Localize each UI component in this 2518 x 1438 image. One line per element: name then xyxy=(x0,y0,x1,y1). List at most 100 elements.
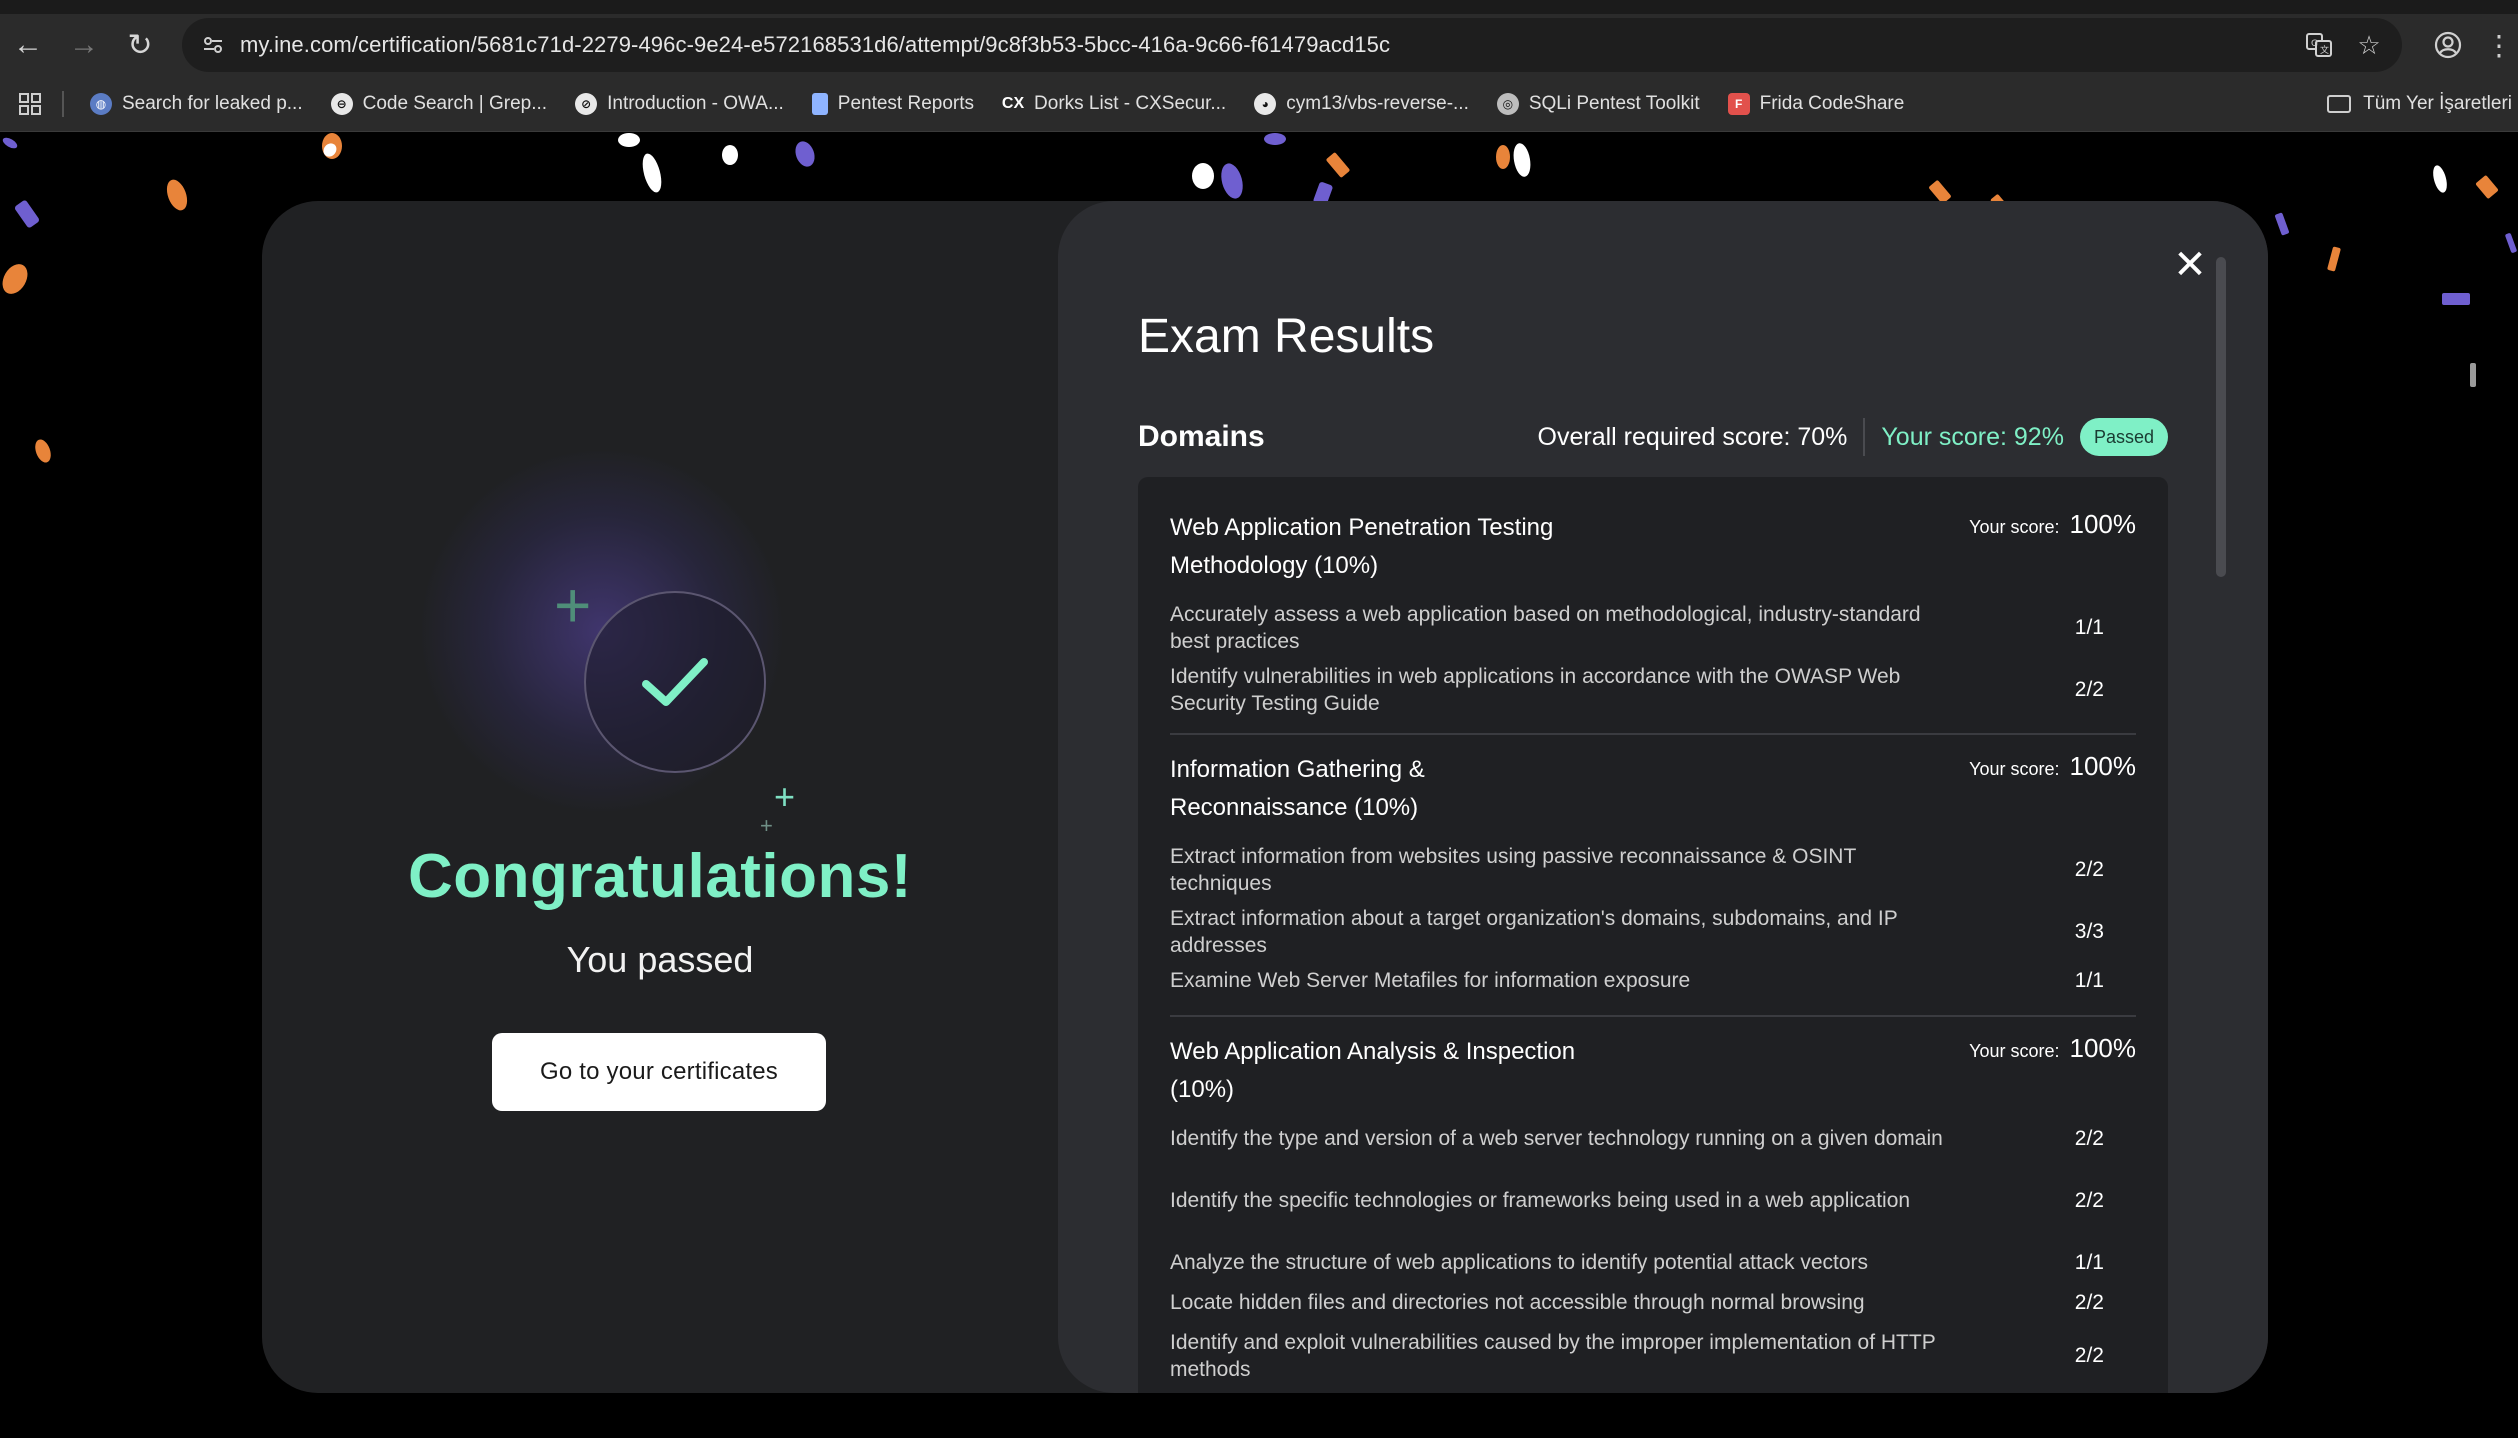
bookmark-item[interactable]: ◍ Search for leaked p... xyxy=(78,84,315,124)
objective-score: 2/2 xyxy=(2074,1188,2104,1212)
bookmark-label: Introduction - OWA... xyxy=(607,92,784,114)
domain-name: Web Application Analysis & Inspection (1… xyxy=(1170,1038,1576,1103)
confetti-piece xyxy=(2475,174,2499,200)
confetti-piece xyxy=(1192,163,1214,189)
domain-score-value: 100% xyxy=(2069,1033,2137,1063)
kebab-menu-icon[interactable]: ⋮ xyxy=(2480,17,2518,73)
arrow-right-icon: → xyxy=(69,28,99,61)
bookmark-star-icon[interactable]: ☆ xyxy=(2342,18,2396,72)
reload-button[interactable]: ↻ xyxy=(112,17,168,73)
globe-icon: ◍ xyxy=(90,92,112,115)
bookmark-label: Search for leaked p... xyxy=(122,92,303,114)
arrow-left-icon: ← xyxy=(13,28,43,61)
domain-name: Web Application Penetration Testing Meth… xyxy=(1170,514,1554,579)
svg-text:文: 文 xyxy=(2320,44,2329,56)
objective-text: Identify the specific technologies or fr… xyxy=(1170,1189,1911,1212)
required-score: Overall required score: 70% xyxy=(1537,422,1848,451)
bookmark-item[interactable]: F Frida CodeShare xyxy=(1716,84,1917,124)
objective-text: Identify vulnerabilities in web applicat… xyxy=(1170,665,1901,715)
confetti-piece xyxy=(1496,145,1510,169)
domains-label: Domains xyxy=(1138,420,1265,453)
back-button[interactable]: ← xyxy=(0,17,56,73)
apps-grid-icon[interactable] xyxy=(0,76,60,132)
address-bar[interactable]: my.ine.com/certification/5681c71d-2279-4… xyxy=(182,18,2402,72)
bookmark-item[interactable]: ⊖ Code Search | Grep... xyxy=(319,84,559,124)
domain-score-value: 100% xyxy=(2069,751,2137,781)
domain-section: Web Application Analysis & Inspection (1… xyxy=(1170,1033,2136,1113)
domain-divider xyxy=(1170,733,2136,735)
doc-icon xyxy=(811,92,828,115)
domain-score: Your score: 100% xyxy=(1969,1033,2136,1064)
bookmark-item[interactable]: ◎ SQLi Pentest Toolkit xyxy=(1485,84,1712,124)
objective-text: Identify and exploit vulnerabilities cau… xyxy=(1170,1331,1936,1381)
results-panel: ✕ Exam Results Domains Overall required … xyxy=(1058,201,2268,1393)
objective-row: Extract information from websites using … xyxy=(1170,843,2104,897)
confetti-piece xyxy=(0,259,33,299)
results-scrollbar[interactable] xyxy=(2216,257,2226,577)
sqli-icon: ◎ xyxy=(1496,92,1519,115)
bookmark-item[interactable]: CX Dorks List - CXSecur... xyxy=(990,84,1238,124)
confetti-piece xyxy=(1511,141,1533,179)
cx-icon: CX xyxy=(1001,94,1025,112)
sparkle-icon: + xyxy=(774,776,796,817)
github-icon: ◕ xyxy=(1254,92,1277,115)
confetti-piece xyxy=(2470,363,2476,387)
reload-icon: ↻ xyxy=(127,28,153,62)
grep-icon: ⊖ xyxy=(330,92,353,115)
all-bookmarks-label: Tüm Yer İşaretleri xyxy=(2363,93,2512,114)
bookmark-label: cym13/vbs-reverse-... xyxy=(1286,92,1469,114)
objective-text: Examine Web Server Metafiles for informa… xyxy=(1170,969,1691,992)
all-bookmarks-button[interactable]: Tüm Yer İşaretleri xyxy=(2327,84,2518,124)
objective-score: 1/1 xyxy=(2074,1250,2104,1274)
bookmark-item[interactable]: ◕ cym13/vbs-reverse-... xyxy=(1242,84,1481,124)
domain-name: Information Gathering & Reconnaissance (… xyxy=(1170,756,1425,821)
domain-section: Information Gathering & Reconnaissance (… xyxy=(1170,751,2136,831)
confetti-piece xyxy=(1325,151,1351,179)
objective-row: Locate hidden files and directories not … xyxy=(1170,1289,2104,1316)
confetti-piece xyxy=(1264,133,1286,145)
go-to-certificates-button[interactable]: Go to your certificates xyxy=(492,1033,826,1111)
score-divider xyxy=(1863,418,1866,456)
domain-score: Your score: 100% xyxy=(1969,751,2136,782)
objective-score: 2/2 xyxy=(2074,858,2104,881)
score-summary: Overall required score: 70% Your score: … xyxy=(1538,418,2168,456)
success-panel: + + + Congratulations! You passed Go to … xyxy=(262,201,1058,1393)
confetti-piece xyxy=(163,176,191,214)
objective-score: 1/1 xyxy=(2074,616,2104,639)
objective-text: Locate hidden files and directories not … xyxy=(1170,1291,1865,1314)
folder-icon xyxy=(2327,95,2352,113)
objective-row: Identify the type and version of a web s… xyxy=(1170,1125,2104,1152)
objective-text: Identify the type and version of a web s… xyxy=(1170,1127,1943,1150)
url-text[interactable]: my.ine.com/certification/5681c71d-2279-4… xyxy=(240,32,1390,58)
close-icon[interactable]: ✕ xyxy=(2168,243,2212,287)
objective-text: Analyze the structure of web application… xyxy=(1170,1251,1869,1274)
congratulations-heading: Congratulations! xyxy=(408,842,912,911)
bookmark-item[interactable]: ⊘ Introduction - OWA... xyxy=(563,84,796,124)
objective-row: Extract information about a target organ… xyxy=(1170,905,2104,959)
forward-button[interactable]: → xyxy=(56,17,112,73)
confetti-piece xyxy=(1,135,19,151)
overall-score: Your score: 92% xyxy=(1881,422,2064,451)
confetti-piece xyxy=(2504,232,2518,254)
objective-score: 2/2 xyxy=(2074,678,2104,701)
bookmark-label: SQLi Pentest Toolkit xyxy=(1528,92,1700,114)
objective-text: Accurately assess a web application base… xyxy=(1170,603,1921,653)
sparkle-icon: + xyxy=(554,569,592,641)
confetti-piece xyxy=(1217,161,1247,201)
objective-row: Analyze the structure of web application… xyxy=(1170,1249,2104,1276)
confetti-piece xyxy=(32,437,54,465)
domain-score-label: Your score: xyxy=(1969,1041,2060,1061)
passed-subtitle: You passed xyxy=(566,939,754,980)
site-settings-icon[interactable] xyxy=(186,18,240,72)
confetti-piece xyxy=(13,199,41,229)
domains-list[interactable]: Web Application Penetration Testing Meth… xyxy=(1138,477,2168,1393)
objective-row: Identify and exploit vulnerabilities cau… xyxy=(1170,1329,2104,1383)
profile-icon[interactable] xyxy=(2420,17,2476,73)
domain-score-value: 100% xyxy=(2069,509,2137,539)
domain-score: Your score: 100% xyxy=(1969,509,2136,540)
bookmark-item[interactable]: Pentest Reports xyxy=(800,84,986,124)
translate-icon[interactable]: G文 xyxy=(2292,18,2346,72)
page-content: + + + Congratulations! You passed Go to … xyxy=(0,133,2518,1438)
objective-score: 2/2 xyxy=(2074,1126,2104,1150)
confetti-piece xyxy=(618,133,640,147)
